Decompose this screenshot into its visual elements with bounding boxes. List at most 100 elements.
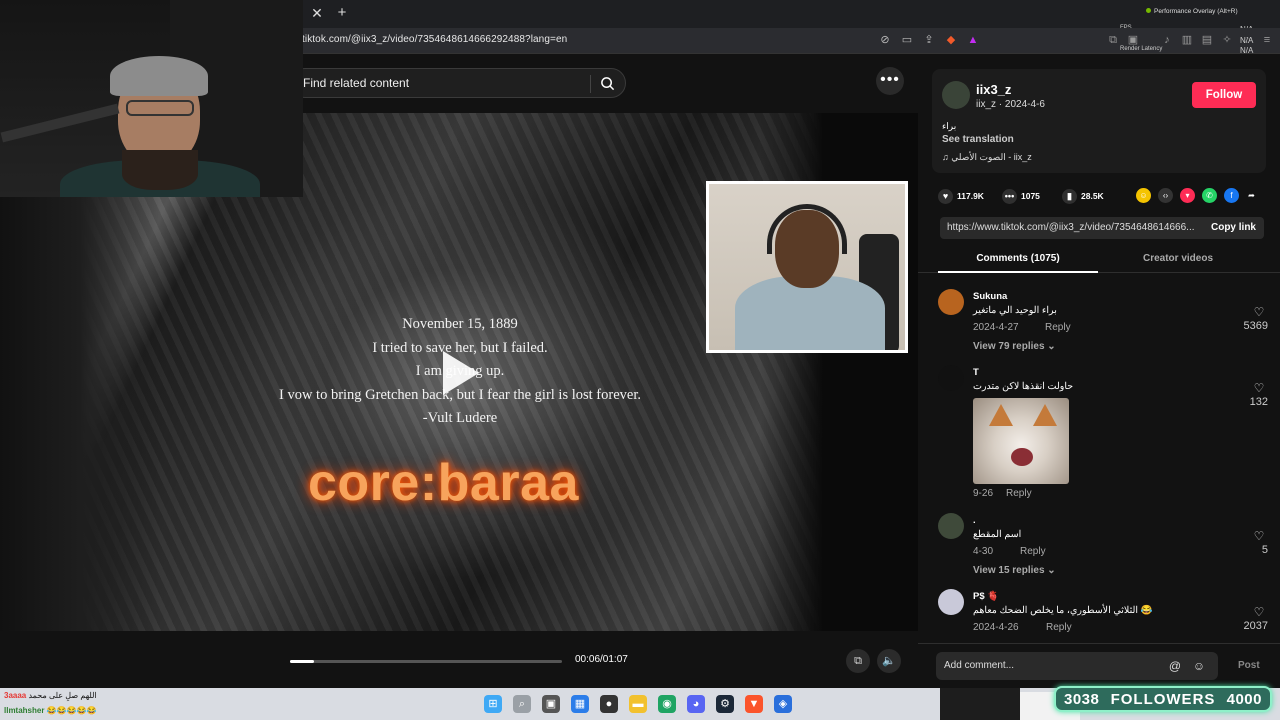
view-replies-button[interactable]: View 15 replies ⌄ — [973, 565, 1056, 576]
store-icon[interactable]: ▦ — [571, 695, 589, 713]
comment-item: T حاولت انقذها لاكن متدرت 9-26 Reply ♡ 1… — [938, 365, 1268, 505]
commenter-name[interactable]: Sukuna — [973, 291, 1007, 302]
play-icon[interactable] — [443, 351, 479, 395]
app-icon[interactable]: ◈ — [774, 695, 792, 713]
friends-share-icon[interactable]: ☺ — [1136, 188, 1151, 203]
comment-text: حاولت انقذها لاكن متدرت — [973, 381, 1074, 392]
more-options-button[interactable]: ••• — [876, 67, 904, 95]
commenter-avatar[interactable] — [938, 289, 964, 315]
facebook-icon[interactable]: f — [1224, 188, 1239, 203]
author-card: iix3_z iix_z · 2024-4-6 Follow براء See … — [932, 69, 1266, 173]
music-icon[interactable]: ♪ — [1160, 33, 1174, 47]
obs-icon[interactable]: ● — [600, 695, 618, 713]
cast-icon[interactable]: ▭ — [900, 33, 914, 47]
caption-line: November 15, 1889 — [402, 316, 518, 332]
overlay-value: N/A — [1240, 36, 1254, 45]
search-input[interactable]: Find related content — [303, 76, 409, 90]
reply-button[interactable]: Reply — [1046, 622, 1072, 633]
close-tab-icon[interactable]: ✕ — [308, 4, 326, 22]
windows-start-icon[interactable]: ⊞ — [484, 695, 502, 713]
author-handle-date[interactable]: iix_z · 2024-4-6 — [976, 99, 1045, 110]
headset-shape — [767, 204, 847, 254]
comment-heart-icon[interactable]: ♡ — [1252, 381, 1266, 395]
send-icon[interactable]: ▾ — [1180, 188, 1195, 203]
extensions-icon[interactable]: ⧉ — [1106, 33, 1120, 47]
post-button[interactable]: Post — [1238, 660, 1260, 671]
emoji-icon[interactable]: ☺ — [1192, 659, 1206, 673]
heart-icon[interactable]: ♥ — [938, 188, 953, 204]
follow-button[interactable]: Follow — [1192, 82, 1256, 108]
new-tab-icon[interactable]: + — [333, 4, 351, 22]
reply-button[interactable]: Reply — [1045, 322, 1071, 333]
chrome-icon[interactable]: ◉ — [658, 695, 676, 713]
brave-rewards-icon[interactable]: ▲ — [966, 33, 980, 47]
commenter-name[interactable]: P$ 🫀 — [973, 591, 999, 602]
see-translation-link[interactable]: See translation — [942, 134, 1014, 145]
comment-like-count: 5369 — [1243, 320, 1268, 332]
streamer-beard-shape — [122, 150, 198, 190]
bookmark-icon[interactable]: ▮ — [1062, 188, 1077, 204]
volume-button[interactable]: 🔈 — [877, 649, 901, 673]
wallet-icon[interactable]: ▤ — [1200, 33, 1214, 47]
comment-heart-icon[interactable]: ♡ — [1252, 529, 1266, 543]
mini-player-button[interactable]: ⧉ — [846, 649, 870, 673]
commenter-name[interactable]: T — [973, 367, 979, 378]
save-action[interactable]: ▮ 28.5K — [1062, 186, 1104, 206]
tab-comments[interactable]: Comments (1075) — [938, 247, 1098, 273]
copy-link-button[interactable]: Copy link — [1211, 222, 1256, 233]
comment-heart-icon[interactable]: ♡ — [1252, 605, 1266, 619]
action-bar: ♥ 117.9K ••• 1075 ▮ 28.5K ☺ ‹› ▾ ✆ f ➦ — [932, 186, 1266, 206]
comment-date: 2024-4-26 — [973, 622, 1019, 633]
no-tracking-icon[interactable]: ⊘ — [878, 33, 892, 47]
share-arrow-icon[interactable]: ➦ — [1244, 188, 1259, 203]
brave-shield-icon[interactable]: ◆ — [944, 33, 958, 47]
follower-count: 3038 — [1064, 690, 1100, 708]
add-comment-input[interactable]: Add comment... — [944, 660, 1014, 671]
follower-goal-bar: 3038 FOLLOWERS 4000 — [1054, 686, 1272, 712]
add-comment-bar: Add comment... @ ☺ Post — [918, 643, 1280, 688]
author-avatar[interactable] — [942, 81, 970, 109]
like-action[interactable]: ♥ 117.9K — [938, 186, 984, 206]
comment-heart-icon[interactable]: ♡ — [1252, 305, 1266, 319]
commenter-avatar[interactable] — [938, 589, 964, 615]
video-link-text[interactable]: https://www.tiktok.com/@iix3_z/video/735… — [947, 222, 1195, 233]
comment-like-count: 132 — [1249, 396, 1268, 408]
comment-item: Sukuna براء الوحيد الي ماتغير 2024-4-27 … — [938, 289, 1268, 359]
comment-sticker-image[interactable] — [973, 398, 1069, 484]
file-explorer-icon[interactable]: ▬ — [629, 695, 647, 713]
cat-mouth-shape — [1011, 448, 1033, 466]
author-username[interactable]: iix3_z — [976, 82, 1011, 97]
sidebar-icon[interactable]: ▥ — [1180, 33, 1194, 47]
search-taskbar-icon[interactable]: ⌕ — [513, 695, 531, 713]
comment-icon[interactable]: ••• — [1002, 188, 1017, 204]
mention-icon[interactable]: @ — [1168, 659, 1182, 673]
steam-icon[interactable]: ⚙ — [716, 695, 734, 713]
music-link[interactable]: ♫ الصوت الأصلي - iix_z — [942, 152, 1032, 163]
screenshot-icon[interactable]: ▣ — [1126, 33, 1140, 47]
microphone-arm-shape — [0, 103, 120, 143]
url-text[interactable]: tiktok.com/@iix3_z/video/735464861466629… — [302, 34, 567, 45]
comment-action[interactable]: ••• 1075 — [1002, 186, 1040, 206]
search-icon[interactable] — [600, 76, 615, 91]
brave-icon[interactable]: ▼ — [745, 695, 763, 713]
add-comment-field[interactable]: Add comment... @ ☺ — [936, 652, 1218, 680]
discord-icon[interactable]: ◕ — [687, 695, 705, 713]
commenter-avatar[interactable] — [938, 365, 964, 391]
search-bar[interactable]: Find related content — [290, 68, 626, 98]
whatsapp-icon[interactable]: ✆ — [1202, 188, 1217, 203]
leo-icon[interactable]: ✧ — [1220, 33, 1234, 47]
streamer-headset-shape — [110, 56, 208, 96]
commenter-name[interactable]: . — [973, 515, 976, 526]
chat-username: 3aaaa — [4, 691, 27, 700]
progress-track[interactable] — [290, 660, 562, 663]
reply-button[interactable]: Reply — [1006, 488, 1032, 499]
tab-creator-videos[interactable]: Creator videos — [1098, 247, 1258, 273]
task-view-icon[interactable]: ▣ — [542, 695, 560, 713]
render-latency-label: Render Latency — [1120, 46, 1163, 52]
view-replies-button[interactable]: View 79 replies ⌄ — [973, 341, 1056, 352]
embed-icon[interactable]: ‹› — [1158, 188, 1173, 203]
share-icon[interactable]: ⇪ — [922, 33, 936, 47]
commenter-avatar[interactable] — [938, 513, 964, 539]
reply-button[interactable]: Reply — [1020, 546, 1046, 557]
menu-icon[interactable]: ≡ — [1260, 33, 1274, 47]
